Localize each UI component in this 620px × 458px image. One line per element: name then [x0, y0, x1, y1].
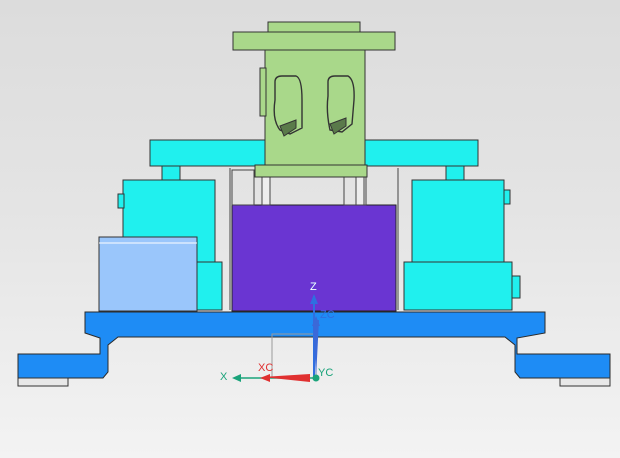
left-cylinder-base — [195, 261, 223, 311]
top-flange[interactable] — [232, 31, 396, 51]
yc-axis-label: YC — [318, 367, 334, 379]
xc-axis-label: XC — [258, 362, 274, 374]
right-foot — [559, 377, 611, 387]
left-foot — [17, 377, 69, 387]
zc-axis-label: ZC — [320, 309, 335, 321]
right-cylinder-base — [403, 261, 513, 311]
right-arm[interactable] — [361, 139, 479, 167]
side-block[interactable] — [98, 236, 198, 312]
z-axis-label: Z — [310, 281, 317, 293]
graphics-window[interactable]: Z ZC XC YC X — [0, 0, 620, 458]
left-arm[interactable] — [149, 139, 267, 167]
x-axis-label: X — [220, 371, 228, 383]
model-view[interactable] — [0, 0, 620, 458]
